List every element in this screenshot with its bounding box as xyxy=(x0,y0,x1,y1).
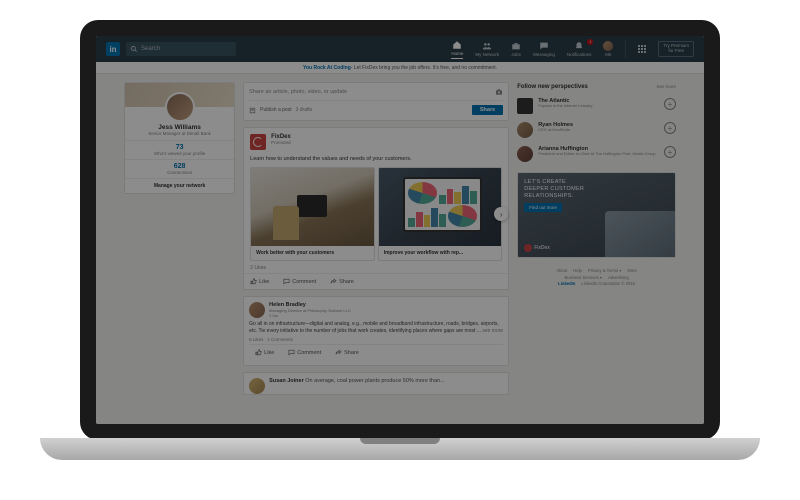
laptop-frame: in Search Home My Network Jobs xyxy=(80,20,720,440)
dim-overlay xyxy=(96,36,704,424)
screen: in Search Home My Network Jobs xyxy=(96,36,704,424)
laptop-notch xyxy=(360,438,440,444)
laptop-base xyxy=(40,438,760,460)
